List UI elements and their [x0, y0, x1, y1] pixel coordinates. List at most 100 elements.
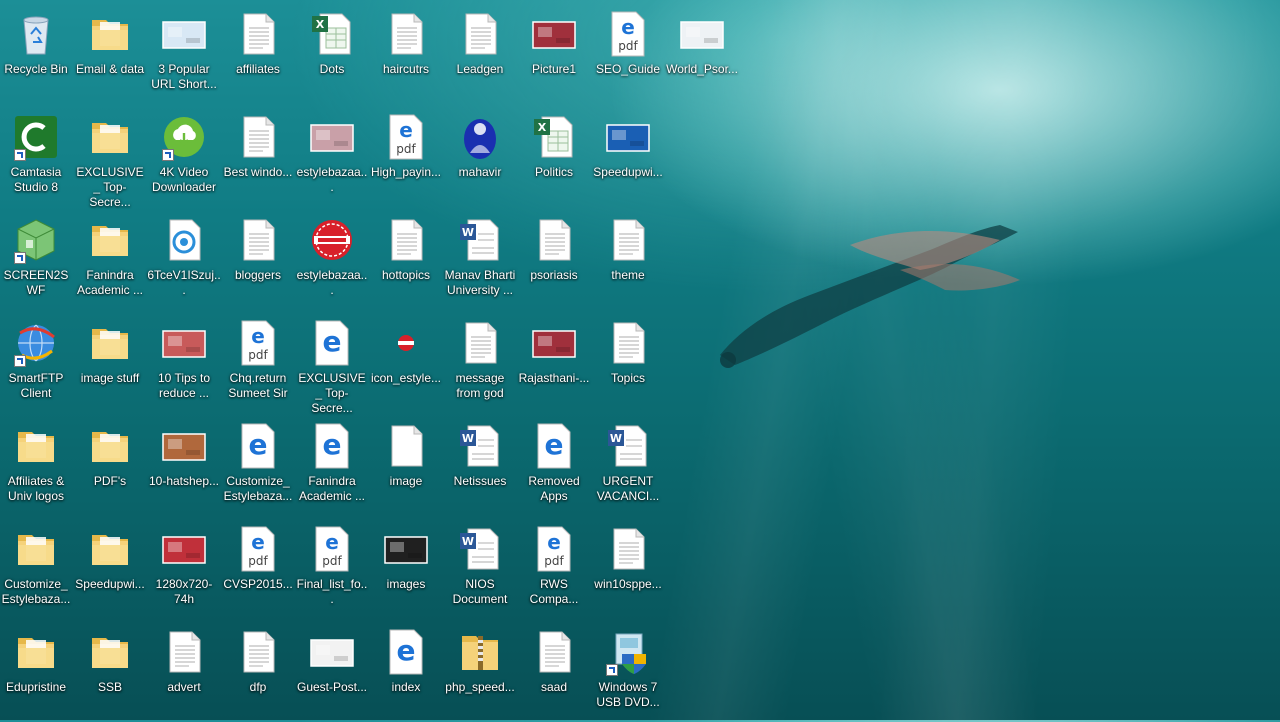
- desktop-icon[interactable]: icon_estyle...: [369, 313, 443, 413]
- image-thumbnail-icon: [382, 525, 430, 573]
- desktop-icon[interactable]: affiliates: [221, 4, 295, 104]
- desktop-icon[interactable]: theme: [591, 210, 665, 310]
- desktop-icon[interactable]: e pdf Final_list_fo...: [295, 519, 369, 619]
- desktop-icon-label: SSB: [97, 680, 122, 694]
- desktop-icon[interactable]: 10 Tips to reduce ...: [147, 313, 221, 413]
- desktop-icon-label: mahavir: [458, 165, 502, 179]
- desktop-icon[interactable]: Best windo...: [221, 107, 295, 207]
- mahavir-image-icon: [456, 113, 504, 161]
- desktop-icon[interactable]: dfp: [221, 622, 295, 722]
- desktop-icon[interactable]: e pdf CVSP2015...: [221, 519, 295, 619]
- desktop-icon[interactable]: estylebazaa...: [295, 107, 369, 207]
- desktop-icon[interactable]: 4K Video Downloader: [147, 107, 221, 207]
- desktop-icon[interactable]: W Netissues: [443, 416, 517, 516]
- desktop-icon[interactable]: Picture1: [517, 4, 591, 104]
- svg-text:pdf: pdf: [618, 39, 638, 53]
- desktop-icon[interactable]: saad: [517, 622, 591, 722]
- desktop-icon[interactable]: Recycle Bin: [0, 4, 73, 104]
- image-thumbnail-icon: [308, 628, 356, 676]
- desktop-icon[interactable]: X Dots: [295, 4, 369, 104]
- windows-usb-tool-icon: [604, 628, 652, 676]
- desktop-icon[interactable]: X Politics: [517, 107, 591, 207]
- desktop-icon-label: CVSP2015...: [223, 577, 293, 591]
- desktop-icon[interactable]: e EXCLUSIVE_ Top-Secre...: [295, 313, 369, 415]
- folder-icon: [86, 628, 134, 676]
- recycle-bin-icon: [12, 10, 60, 58]
- desktop-icon[interactable]: Edupristine: [0, 622, 73, 722]
- desktop-icon[interactable]: psoriasis: [517, 210, 591, 310]
- desktop-icon[interactable]: bloggers: [221, 210, 295, 310]
- desktop-icon[interactable]: image: [369, 416, 443, 516]
- desktop-icon[interactable]: Topics: [591, 313, 665, 413]
- desktop-icon-area: Recycle Bin Email & data 3 Popular URL Sho…: [0, 0, 740, 720]
- desktop-icon[interactable]: image stuff: [73, 313, 147, 413]
- desktop-icon[interactable]: W NIOS Document: [443, 519, 517, 619]
- svg-text:e: e: [251, 530, 265, 554]
- desktop-icon-label: Windows 7 USB DVD...: [596, 680, 660, 709]
- desktop-icon[interactable]: EXCLUSIVE_ Top-Secre...: [73, 107, 147, 209]
- desktop-icon[interactable]: e Customize_ Estylebaza...: [221, 416, 295, 516]
- desktop-icon[interactable]: Customize_ Estylebaza...: [0, 519, 73, 619]
- desktop-icon-label: Speedupwi...: [593, 165, 663, 179]
- desktop-icon[interactable]: Guest-Post...: [295, 622, 369, 722]
- folder-icon: [86, 113, 134, 161]
- text-document-icon: [456, 10, 504, 58]
- word-document-icon: W: [456, 216, 504, 264]
- desktop-icon[interactable]: mahavir: [443, 107, 517, 207]
- desktop-icon[interactable]: SCREEN2SWF: [0, 210, 73, 310]
- image-thumbnail-icon: [530, 10, 578, 58]
- small-logo-icon: [382, 319, 430, 367]
- desktop-icon-label: saad: [540, 680, 568, 694]
- desktop-icon[interactable]: Camtasia Studio 8: [0, 107, 73, 207]
- desktop-icon[interactable]: message from god: [443, 313, 517, 413]
- text-document-icon: [456, 319, 504, 367]
- desktop-icon-label: estylebazaa...: [296, 165, 368, 194]
- desktop-icon[interactable]: php_speed...: [443, 622, 517, 722]
- desktop-icon[interactable]: Fanindra Academic ...: [73, 210, 147, 310]
- image-thumbnail-icon: [604, 113, 652, 161]
- desktop-icon[interactable]: e pdf Chq.return Sumeet Sir: [221, 313, 295, 413]
- desktop-icon[interactable]: 6TceV1ISzuj...: [147, 210, 221, 310]
- desktop-icon[interactable]: e pdf SEO_Guide: [591, 4, 665, 104]
- desktop-icon[interactable]: images: [369, 519, 443, 619]
- desktop-icon[interactable]: e pdf High_payin...: [369, 107, 443, 207]
- desktop-icon-label: 10-hatshep...: [148, 474, 220, 488]
- desktop-icon[interactable]: hottopics: [369, 210, 443, 310]
- desktop-icon[interactable]: win10sppe...: [591, 519, 665, 619]
- desktop-icon[interactable]: e Removed Apps: [517, 416, 591, 516]
- desktop-icon-label: win10sppe...: [594, 577, 662, 591]
- desktop-icon[interactable]: 3 Popular URL Short...: [147, 4, 221, 104]
- word-document-icon: W: [456, 525, 504, 573]
- desktop-icon[interactable]: 10-hatshep...: [147, 416, 221, 516]
- desktop-icon-label: EXCLUSIVE_ Top-Secre...: [76, 165, 144, 209]
- svg-text:e: e: [621, 15, 635, 39]
- desktop-icon[interactable]: PDF's: [73, 416, 147, 516]
- desktop-icon[interactable]: Speedupwi...: [591, 107, 665, 207]
- desktop-icon[interactable]: Affiliates & Univ logos: [0, 416, 73, 516]
- desktop-icon[interactable]: SmartFTP Client: [0, 313, 73, 413]
- desktop-icon[interactable]: e Fanindra Academic ...: [295, 416, 369, 516]
- desktop-icon[interactable]: 1280x720-74h: [147, 519, 221, 619]
- desktop-icon[interactable]: W URGENT VACANCI...: [591, 416, 665, 516]
- desktop-icon[interactable]: e pdf RWS Compa...: [517, 519, 591, 619]
- desktop-icon[interactable]: W Manav Bharti University ...: [443, 210, 517, 310]
- zip-folder-icon: [456, 628, 504, 676]
- edge-pdf-icon: e pdf: [234, 319, 282, 367]
- desktop-icon[interactable]: Leadgen: [443, 4, 517, 104]
- desktop-icon[interactable]: Speedupwi...: [73, 519, 147, 619]
- desktop-icon[interactable]: estylebazaa...: [295, 210, 369, 310]
- svg-text:X: X: [538, 121, 547, 134]
- desktop-icon[interactable]: advert: [147, 622, 221, 722]
- svg-text:e: e: [323, 325, 342, 358]
- desktop-icon[interactable]: Windows 7 USB DVD...: [591, 622, 665, 722]
- desktop-icon[interactable]: World_Psor...: [665, 4, 739, 104]
- desktop-icon-label: Guest-Post...: [296, 680, 368, 694]
- text-document-icon: [382, 216, 430, 264]
- desktop-icon[interactable]: Email & data: [73, 4, 147, 104]
- svg-text:e: e: [249, 428, 268, 461]
- edge-pdf-icon: e pdf: [308, 525, 356, 573]
- desktop-icon[interactable]: Rajasthani-...: [517, 313, 591, 413]
- desktop-icon[interactable]: haircutrs: [369, 4, 443, 104]
- desktop-icon[interactable]: SSB: [73, 622, 147, 722]
- desktop-icon[interactable]: e index: [369, 622, 443, 722]
